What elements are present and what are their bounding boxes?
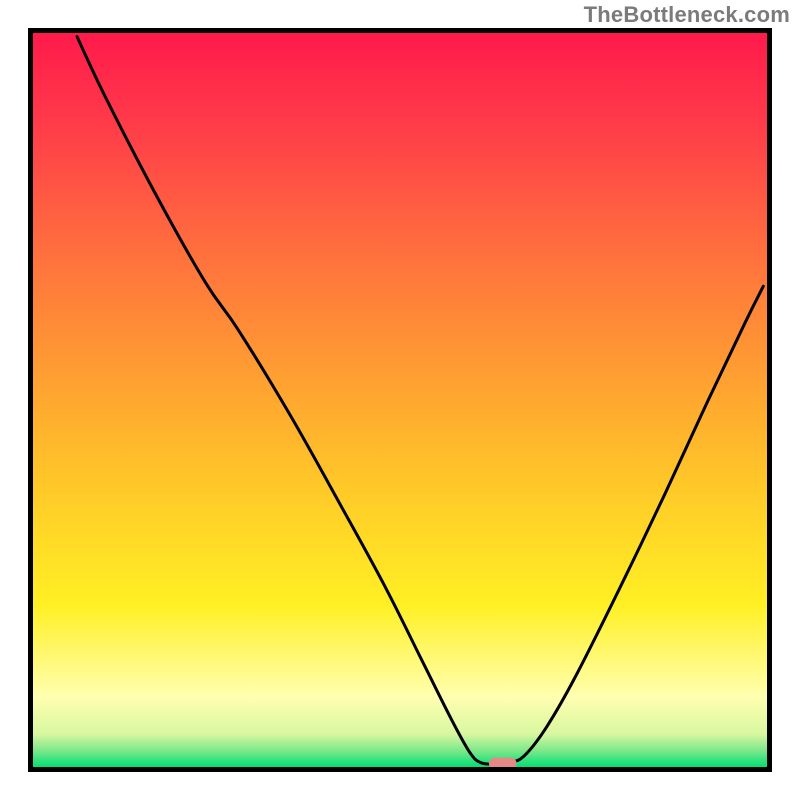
bottleneck-chart: TheBottleneck.com — [0, 0, 800, 800]
gradient-background — [33, 33, 767, 767]
chart-svg — [0, 0, 800, 800]
watermark-text: TheBottleneck.com — [584, 2, 790, 28]
